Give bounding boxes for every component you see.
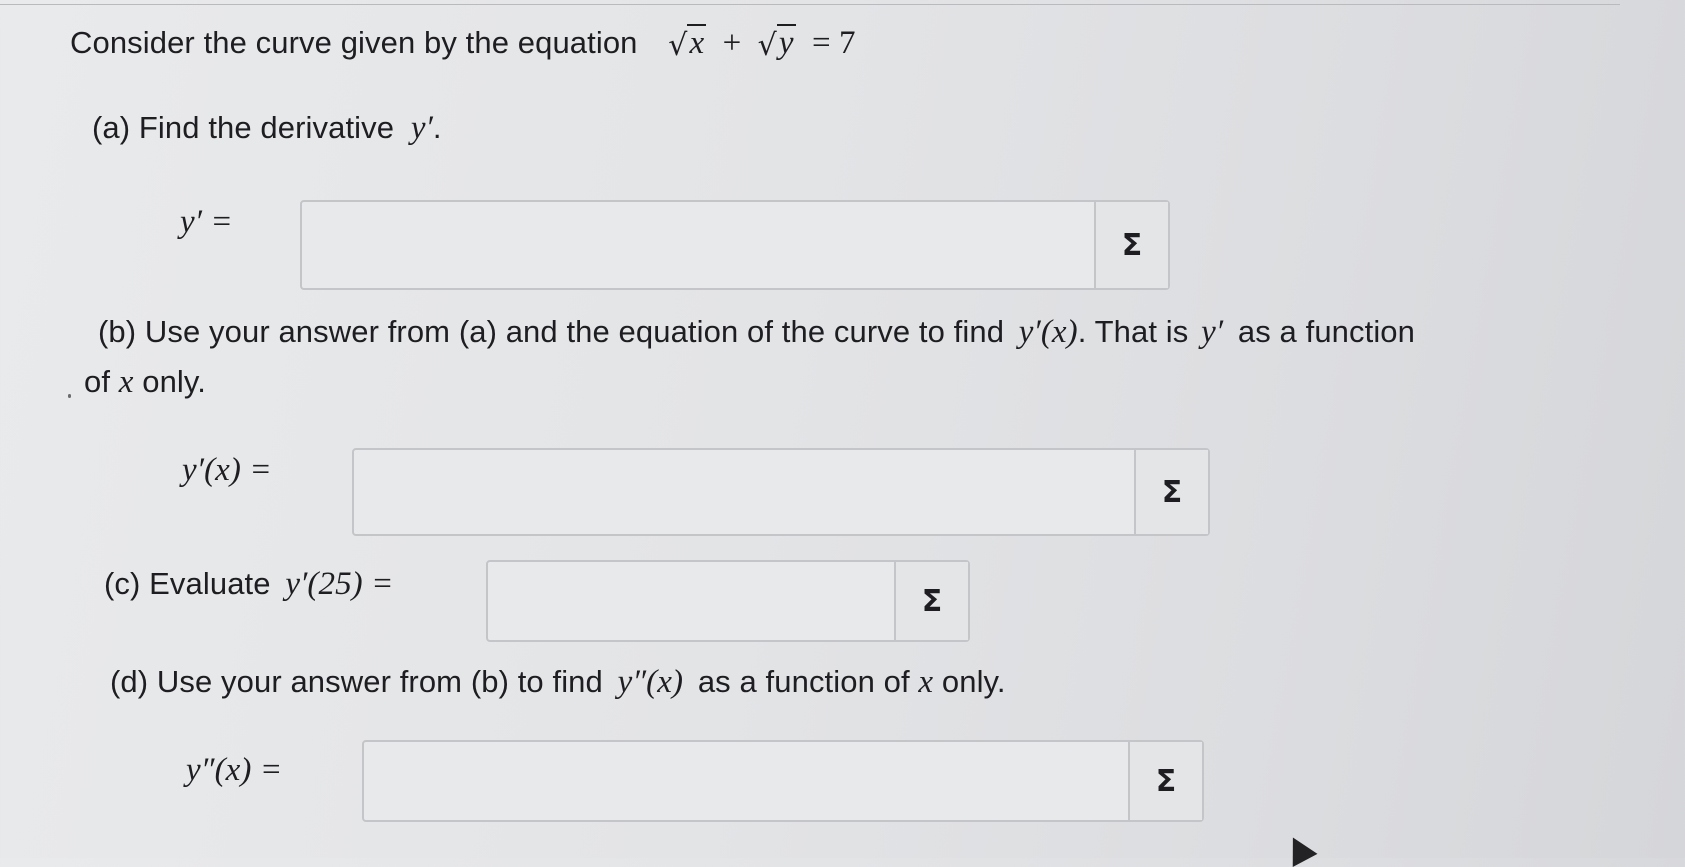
part-a-sigma-button[interactable]: Σ [1094,202,1168,288]
part-d-symbol1: y″(x) [617,664,684,700]
top-border [0,0,1620,5]
part-d-prompt: (d) Use your answer from (b) to find y″(… [110,664,1006,701]
part-b-answer-input[interactable] [354,450,1138,534]
part-a-answer-box: Σ [300,200,1170,290]
part-a-prompt: (a) Find the derivative y′. [92,110,442,147]
part-b-symbol2: y′ [1201,314,1224,350]
part-b-text5: only. [142,364,206,399]
part-b-answer-box: Σ [352,448,1210,536]
part-d-answer-box: Σ [362,740,1204,822]
sigma-icon: Σ [1155,763,1177,799]
mouse-pointer-icon [1280,830,1318,867]
sqrt-y: √y [757,24,796,63]
part-d-text2: as a function of [697,664,910,699]
part-a-symbol: y′ [410,110,433,146]
part-c-expression: y′(25) = [285,566,394,602]
intro-text: Consider the curve given by the equation [70,25,638,60]
part-c-answer-input[interactable] [488,562,898,640]
part-b-symbol3: x [118,364,134,400]
part-b-text2: . That is [1077,314,1189,349]
part-c-prompt: (c) Evaluate y′(25) = [104,566,394,603]
part-a-answer-input[interactable] [302,202,1098,288]
part-c-text: (c) Evaluate [104,566,271,601]
question-intro: Consider the curve given by the equation… [70,24,856,63]
part-b-text4: of [84,364,111,399]
part-d-sigma-button[interactable]: Σ [1128,742,1202,820]
part-a-answer-label: y′ = [180,204,233,240]
part-a-text: (a) Find the derivative [92,110,395,145]
sigma-icon: Σ [1161,474,1183,510]
plus-sign: + [722,25,742,61]
part-d-answer-input[interactable] [364,742,1132,820]
part-b-symbol1: y′(x) [1018,314,1078,350]
part-d-text1: (d) Use your answer from (b) to find [110,664,603,699]
part-d-symbol2: x [918,664,934,700]
curve-equation: √x + √y = 7 [668,24,856,63]
part-b-text3: as a function [1237,314,1415,349]
part-c-sigma-button[interactable]: Σ [894,562,968,640]
part-b-prompt: (b) Use your answer from (a) and the equ… [98,314,1415,351]
part-c-answer-box: Σ [486,560,970,642]
sigma-icon: Σ [921,583,943,619]
part-b-answer-label: y′(x) = [182,452,272,488]
part-d-answer-label: y″(x) = [186,752,283,788]
part-d-text3: only. [941,664,1006,699]
part-b-text1: (b) Use your answer from (a) and the equ… [98,314,1005,349]
part-b-prompt-cont: of x only. [84,364,206,401]
screen-speck [68,394,71,398]
part-a-period: . [432,110,442,145]
sqrt-x: √x [668,24,707,63]
equals-seven: = 7 [811,25,856,61]
part-b-sigma-button[interactable]: Σ [1134,450,1208,534]
sigma-icon: Σ [1121,227,1143,263]
